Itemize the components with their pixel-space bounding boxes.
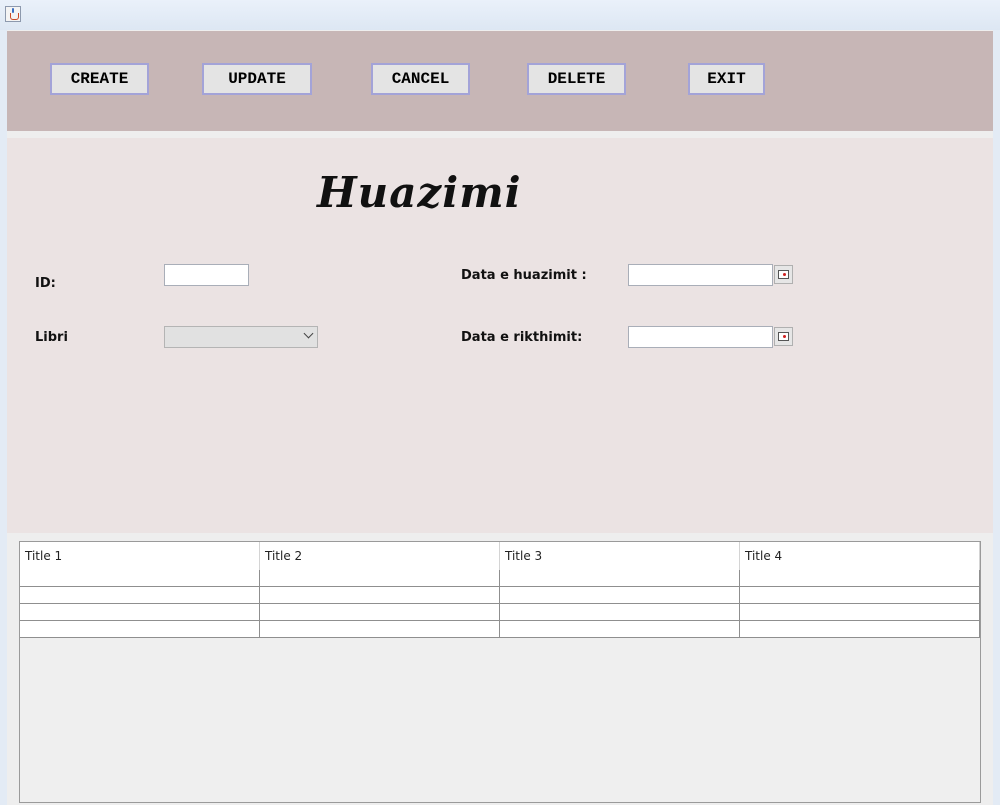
- id-label: ID:: [35, 276, 56, 291]
- table-cell[interactable]: [260, 587, 500, 603]
- data-rikthimit-calendar-button[interactable]: [774, 327, 793, 346]
- action-toolbar: CREATE UPDATE CANCEL DELETE EXIT: [7, 31, 993, 131]
- table-row[interactable]: [20, 570, 980, 587]
- form-panel: Huazimi ID: Libri Data e huazimit : Data…: [7, 138, 993, 533]
- table-row[interactable]: [20, 587, 980, 604]
- table-cell[interactable]: [260, 604, 500, 620]
- table-row[interactable]: [20, 621, 980, 638]
- table-cell[interactable]: [740, 604, 980, 620]
- update-button[interactable]: UPDATE: [202, 63, 312, 95]
- cancel-button[interactable]: CANCEL: [371, 63, 470, 95]
- table-cell[interactable]: [500, 587, 740, 603]
- table-cell[interactable]: [500, 621, 740, 637]
- delete-button[interactable]: DELETE: [527, 63, 626, 95]
- table-row[interactable]: [20, 604, 980, 621]
- window-frame-left: [0, 30, 7, 805]
- java-cup-icon[interactable]: [5, 6, 21, 22]
- data-huazimit-label: Data e huazimit :: [461, 268, 587, 283]
- column-header[interactable]: Title 4: [740, 542, 980, 570]
- table-cell[interactable]: [500, 570, 740, 586]
- calendar-icon: [778, 332, 789, 341]
- data-huazimit-field[interactable]: [628, 264, 773, 286]
- libri-select[interactable]: [164, 326, 318, 348]
- chevron-down-icon: [303, 328, 314, 339]
- window-titlebar: [0, 0, 1000, 30]
- column-header[interactable]: Title 2: [260, 542, 500, 570]
- column-header[interactable]: Title 1: [20, 542, 260, 570]
- table-cell[interactable]: [740, 621, 980, 637]
- loans-table[interactable]: Title 1 Title 2 Title 3 Title 4: [19, 541, 981, 803]
- table-cell[interactable]: [740, 587, 980, 603]
- data-rikthimit-label: Data e rikthimit:: [461, 330, 583, 345]
- java-cup-mark: [10, 13, 19, 20]
- data-huazimit-calendar-button[interactable]: [774, 265, 793, 284]
- table-cell[interactable]: [20, 587, 260, 603]
- window-frame-right: [993, 30, 1000, 805]
- create-button[interactable]: CREATE: [50, 63, 149, 95]
- column-header[interactable]: Title 3: [500, 542, 740, 570]
- table-cell[interactable]: [260, 621, 500, 637]
- table-cell[interactable]: [20, 604, 260, 620]
- libri-label: Libri: [35, 330, 68, 345]
- table-cell[interactable]: [20, 621, 260, 637]
- table-cell[interactable]: [740, 570, 980, 586]
- calendar-icon: [778, 270, 789, 279]
- id-field[interactable]: [164, 264, 249, 286]
- data-rikthimit-field[interactable]: [628, 326, 773, 348]
- table-body: [20, 570, 980, 638]
- table-header: Title 1 Title 2 Title 3 Title 4: [20, 542, 980, 571]
- table-cell[interactable]: [20, 570, 260, 586]
- table-cell[interactable]: [260, 570, 500, 586]
- form-heading: Huazimi: [317, 168, 522, 217]
- exit-button[interactable]: EXIT: [688, 63, 765, 95]
- table-cell[interactable]: [500, 604, 740, 620]
